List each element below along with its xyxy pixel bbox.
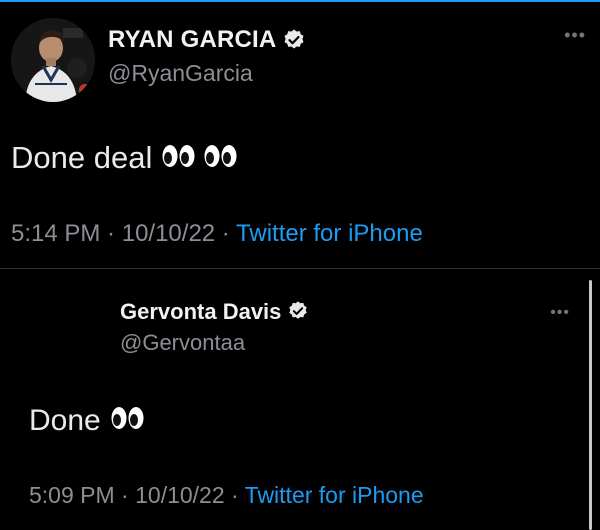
eyes-emoji-icon [204, 140, 238, 176]
tweet-text: Done deal [11, 140, 238, 176]
tweet-source-link[interactable]: Twitter for iPhone [236, 220, 423, 247]
verified-badge-icon [282, 28, 306, 52]
handle[interactable]: @RyanGarcia [108, 60, 253, 87]
quoted-tweet-text: Done [29, 404, 145, 438]
ellipsis-icon[interactable]: ••• [564, 26, 586, 44]
tweet-time[interactable]: 5:14 PM [11, 220, 100, 247]
eyes-emoji-icon [111, 404, 145, 438]
meta-separator: · [114, 482, 136, 508]
scrollbar[interactable] [589, 280, 592, 530]
ellipsis-icon[interactable]: ••• [550, 305, 570, 321]
quoted-display-name[interactable]: Gervonta Davis [120, 299, 311, 325]
avatar[interactable] [11, 18, 95, 102]
display-name[interactable]: RYAN GARCIA [108, 26, 306, 54]
tweet-text-body: Done deal [11, 140, 153, 175]
top-accent-line [0, 0, 600, 2]
quoted-handle[interactable]: @Gervontaa [120, 330, 245, 356]
emoji-group [162, 140, 238, 176]
quoted-tweet-text-body: Done [29, 404, 101, 437]
display-name-text[interactable]: RYAN GARCIA [108, 26, 276, 54]
tweet-meta: 5:14 PM · 10/10/22 · Twitter for iPhone [11, 220, 423, 248]
quoted-tweet-date[interactable]: 10/10/22 [135, 482, 225, 508]
quoted-tweet-meta: 5:09 PM · 10/10/22 · Twitter for iPhone [29, 482, 424, 509]
meta-separator: · [224, 482, 245, 508]
quoted-tweet-time[interactable]: 5:09 PM [29, 482, 115, 508]
quoted-display-name-text[interactable]: Gervonta Davis [120, 299, 281, 325]
tweet-date[interactable]: 10/10/22 [122, 220, 215, 247]
eyes-emoji-icon [162, 140, 196, 176]
divider [0, 268, 600, 269]
meta-separator: · [100, 220, 122, 247]
meta-separator: · [215, 220, 237, 247]
quoted-tweet-source-link[interactable]: Twitter for iPhone [245, 482, 424, 508]
verified-badge-icon [287, 300, 311, 324]
